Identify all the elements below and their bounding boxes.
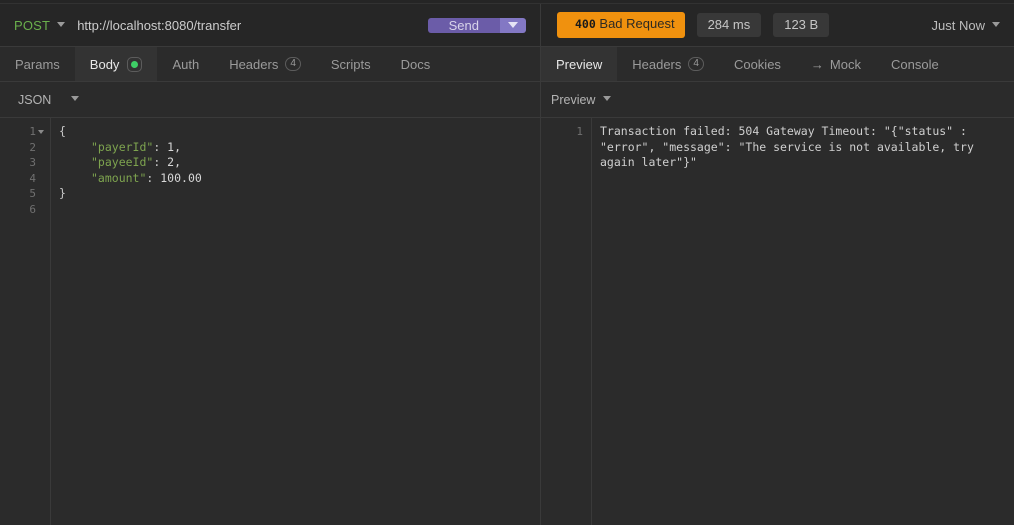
response-size: 123 B — [773, 13, 830, 37]
preview-mode-selector[interactable]: Preview — [551, 92, 612, 107]
request-url-bar: POST http://localhost:8080/transfer Send… — [0, 4, 1014, 47]
tab-headers-response[interactable]: Headers 4 — [617, 47, 719, 81]
api-client-window: POST http://localhost:8080/transfer Send… — [0, 0, 1014, 525]
response-time: 284 ms — [696, 13, 762, 37]
body-line-number-gutter: 1 2 3 4 5 6 — [0, 118, 51, 525]
chevron-down-icon — [992, 21, 1000, 27]
green-dot-icon — [131, 60, 139, 68]
code-sep: : — [146, 170, 161, 185]
code-value: 100.00 — [160, 170, 202, 185]
tab-count-badge: 4 — [285, 57, 301, 71]
body-format-selector[interactable]: JSON — [18, 92, 80, 107]
line-number: 1 — [576, 125, 583, 138]
request-body-editor[interactable]: 1 2 3 4 5 6 { "payerId": 1, "payeeId": 2… — [0, 118, 541, 525]
request-url-section: POST http://localhost:8080/transfer Send — [0, 4, 541, 46]
sub-header-bars: JSON Preview — [0, 82, 1014, 118]
tab-label: Auth — [172, 56, 200, 72]
tab-console[interactable]: Console — [876, 47, 954, 81]
response-timestamp-selector[interactable]: Just Now — [932, 18, 1000, 33]
tab-label: Docs — [400, 56, 431, 72]
chevron-down-icon — [508, 22, 518, 28]
tab-headers-request[interactable]: Headers 4 — [214, 47, 316, 81]
editor-panes: 1 2 3 4 5 6 { "payerId": 1, "payeeId": 2… — [0, 118, 1014, 525]
tab-label: Headers — [229, 56, 279, 72]
line-number: 4 — [29, 171, 36, 185]
tab-docs[interactable]: Docs — [386, 47, 446, 81]
tab-label: Preview — [556, 56, 603, 72]
send-button-group: Send — [427, 17, 526, 33]
line-number: 2 — [29, 140, 36, 154]
body-format-bar: JSON — [0, 82, 541, 117]
body-present-badge — [127, 56, 143, 72]
tab-label: Headers — [632, 56, 682, 72]
chevron-down-icon — [603, 96, 612, 101]
tab-bars: Params Body Auth Headers 4 Scripts Docs — [0, 47, 1014, 82]
code-key: "amount" — [91, 170, 147, 185]
tab-body[interactable]: Body — [74, 47, 158, 81]
chevron-down-icon — [57, 21, 66, 27]
tab-auth[interactable]: Auth — [157, 47, 214, 81]
status-code: 400 — [575, 16, 596, 31]
tab-label: Params — [15, 56, 60, 72]
response-timestamp-label: Just Now — [931, 17, 985, 33]
response-tab-bar: Preview Headers 4 Cookies → Mock Console — [541, 47, 1014, 81]
tab-mock[interactable]: → Mock — [796, 47, 876, 81]
send-button[interactable]: Send — [427, 17, 500, 33]
body-format-label: JSON — [18, 92, 52, 107]
line-number: 6 — [29, 202, 36, 216]
code-sep: : — [153, 155, 168, 170]
code-value: 1, — [167, 139, 182, 154]
response-preview-pane[interactable]: 1 Transaction failed: 504 Gateway Timeou… — [541, 118, 1014, 525]
tab-count-badge: 4 — [688, 57, 704, 71]
tab-scripts[interactable]: Scripts — [316, 47, 386, 81]
code-line: { — [59, 124, 66, 138]
tab-label: Mock — [829, 56, 861, 72]
preview-mode-label: Preview — [551, 92, 596, 107]
line-number-text: 1 — [29, 125, 36, 138]
code-key: "payerId" — [91, 139, 154, 154]
line-number: 5 — [29, 187, 36, 201]
preview-line-number-gutter: 1 — [541, 118, 592, 525]
preview-body-text: Transaction failed: 504 Gateway Timeout:… — [600, 124, 981, 170]
tab-preview[interactable]: Preview — [541, 47, 618, 81]
line-number: 1 — [0, 124, 46, 140]
body-code-content[interactable]: { "payerId": 1, "payeeId": 2, "amount": … — [51, 118, 540, 525]
request-tab-bar: Params Body Auth Headers 4 Scripts Docs — [0, 47, 541, 81]
code-value: 2, — [167, 155, 182, 170]
tab-cookies[interactable]: Cookies — [719, 47, 796, 81]
code-sep: : — [153, 139, 168, 154]
tab-label: Body — [89, 56, 120, 72]
arrow-right-icon: → — [810, 56, 824, 72]
tab-label: Console — [890, 56, 939, 72]
response-status-section: 400 Bad Request 284 ms 123 B Just Now — [541, 4, 1014, 46]
tab-label: Cookies — [733, 56, 781, 72]
send-options-button[interactable] — [500, 17, 526, 33]
code-key: "payeeId" — [91, 155, 154, 170]
code-line: } — [59, 186, 66, 201]
chevron-down-icon — [71, 96, 80, 101]
status-badge: 400 Bad Request — [557, 11, 685, 39]
tab-params[interactable]: Params — [0, 47, 75, 81]
preview-mode-bar: Preview — [541, 82, 1014, 117]
url-input[interactable]: http://localhost:8080/transfer — [77, 18, 419, 33]
status-text: Bad Request — [599, 15, 675, 31]
http-method-selector[interactable]: POST — [14, 17, 66, 33]
http-method-label: POST — [14, 17, 51, 33]
tab-label: Scripts — [330, 56, 371, 72]
code-fold-toggle-icon[interactable] — [36, 124, 46, 140]
line-number: 3 — [29, 156, 36, 170]
